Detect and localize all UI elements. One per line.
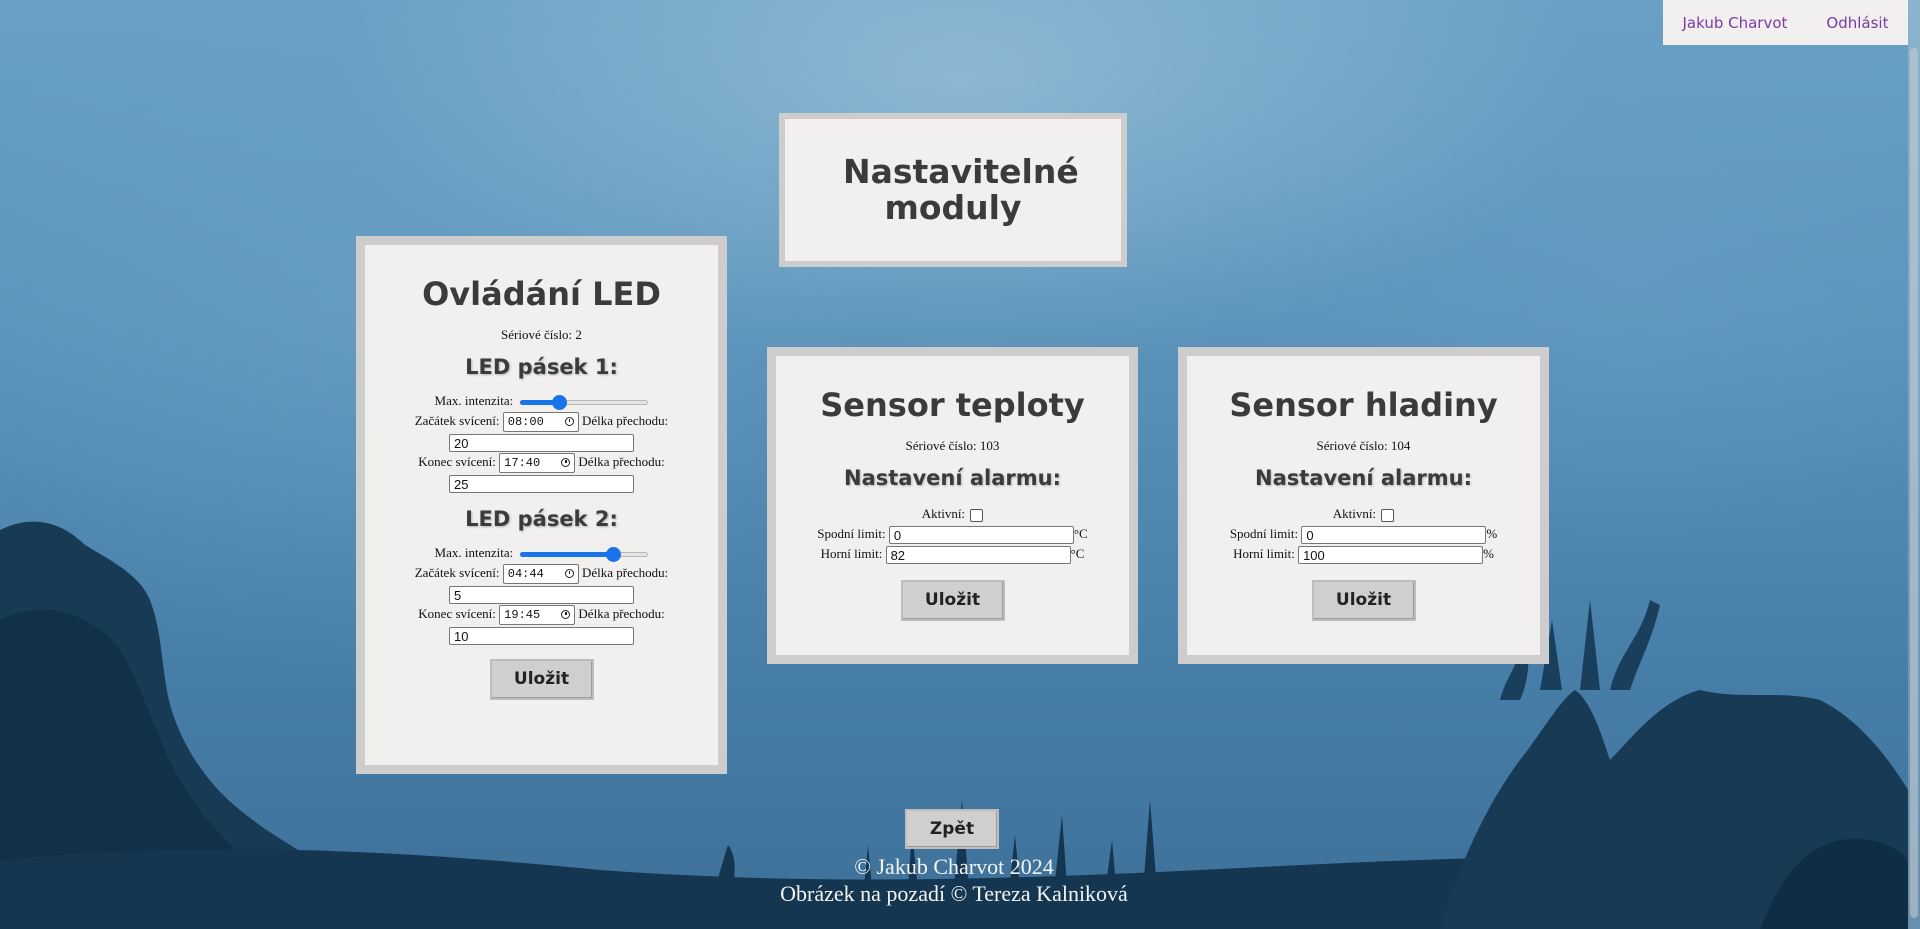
clock-icon[interactable] (564, 569, 574, 579)
strip1-start-transition-input[interactable] (449, 434, 634, 453)
strip2-end-transition-input[interactable] (449, 627, 634, 646)
strip1-start-row: Začátek svícení: 08:00 Délka přechodu: (365, 411, 718, 433)
level-high-unit: % (1483, 546, 1494, 562)
temp-high-label: Horní limit: (820, 546, 883, 562)
level-low-label: Spodní limit: (1229, 526, 1299, 541)
temp-high-unit: °C (1070, 546, 1085, 562)
level-high-row: Horní limit: % (1187, 544, 1540, 565)
level-active-label: Aktivní: (1332, 506, 1377, 521)
clock-icon[interactable] (561, 610, 571, 620)
temp-low-label: Spodní limit: (817, 526, 886, 541)
top-nav: Jakub Charvot Odhlásit (1663, 0, 1908, 45)
temp-active-checkbox[interactable] (970, 508, 984, 522)
level-low-unit: % (1486, 526, 1498, 541)
slider-thumb[interactable] (605, 547, 621, 563)
slider-fill (520, 552, 613, 558)
led-save-button[interactable]: Uložit (489, 659, 594, 701)
strip2-end-row: Konec svícení: 19:45 Délka přechodu: (365, 604, 718, 626)
strip2-start-transition-label: Délka přechodu: (582, 565, 669, 581)
temp-active-label: Aktivní: (921, 506, 966, 521)
strip1-start-time-value: 08:00 (507, 415, 544, 430)
strip2-start-row: Začátek svícení: 04:44 Délka přechodu: (365, 563, 718, 585)
led-strip2-title: LED pásek 2: (465, 507, 618, 532)
strip1-end-time-input[interactable]: 17:40 (499, 453, 576, 474)
logout-link[interactable]: Odhlásit (1826, 14, 1888, 32)
footer-copyright: © Jakub Charvot 2024 (854, 854, 1054, 879)
temp-low-input[interactable] (888, 526, 1074, 545)
strip1-end-transition-label: Délka přechodu: (578, 454, 665, 470)
temp-save-button[interactable]: Uložit (900, 580, 1005, 622)
clock-icon[interactable] (564, 417, 574, 427)
strip2-end-time-value: 19:45 (504, 608, 541, 623)
strip1-start-time-input[interactable]: 08:00 (502, 412, 579, 433)
strip1-end-time-value: 17:40 (504, 456, 541, 471)
level-serial-number: Sériové číslo: 104 (1316, 438, 1411, 453)
strip2-start-time-value: 04:44 (507, 567, 544, 582)
temp-high-input[interactable] (885, 546, 1071, 565)
slider-thumb[interactable] (551, 395, 567, 411)
page-title-panel: Nastavitelné moduly (779, 113, 1127, 267)
strip1-start-label: Začátek svícení: (414, 413, 500, 428)
temp-high-row: Horní limit: °C (776, 544, 1129, 565)
strip1-start-transition-row (365, 432, 718, 453)
strip1-intensity-slider[interactable] (520, 394, 649, 411)
strip1-end-transition-row (365, 473, 718, 494)
clock-icon[interactable] (561, 458, 571, 468)
strip2-intensity-row: Max. intenzita: (365, 543, 718, 563)
strip1-intensity-label: Max. intenzita: (434, 393, 514, 408)
level-save-button[interactable]: Uložit (1311, 580, 1416, 622)
footer-image-credit: Obrázek na pozadí © Tereza Kalniková (780, 881, 1128, 906)
strip2-start-label: Začátek svícení: (414, 565, 500, 581)
strip2-end-label: Konec svícení: (418, 606, 496, 622)
user-link[interactable]: Jakub Charvot (1683, 14, 1788, 32)
strip2-intensity-slider[interactable] (520, 546, 649, 563)
temp-serial-number: Sériové číslo: 103 (905, 438, 1000, 453)
led-control-panel: Ovládání LED Sériové číslo: 2 LED pásek … (356, 236, 727, 774)
level-alarm-title: Nastavení alarmu: (1255, 466, 1472, 490)
temp-alarm-title: Nastavení alarmu: (844, 466, 1061, 490)
strip1-end-transition-input[interactable] (449, 475, 634, 494)
scrollbar[interactable] (1908, 0, 1920, 929)
scrollbar-thumb[interactable] (1910, 48, 1918, 918)
temp-panel-title: Sensor teploty (820, 386, 1085, 424)
temperature-sensor-panel: Sensor teploty Sériové číslo: 103 Nastav… (767, 347, 1138, 664)
strip2-start-transition-input[interactable] (449, 586, 634, 605)
led-serial-number: Sériové číslo: 2 (501, 327, 582, 342)
temp-low-row: Spodní limit: °C (776, 524, 1129, 545)
level-active-row: Aktivní: (1187, 504, 1540, 524)
strip2-start-time-input[interactable]: 04:44 (502, 564, 579, 585)
page-title: Nastavitelné moduly (843, 152, 1079, 227)
led-strip1-title: LED pásek 1: (465, 355, 618, 379)
level-sensor-panel: Sensor hladiny Sériové číslo: 104 Nastav… (1178, 347, 1549, 664)
strip1-end-row: Konec svícení: 17:40 Délka přechodu: (365, 452, 718, 474)
strip1-intensity-row: Max. intenzita: (365, 391, 718, 411)
strip1-end-label: Konec svícení: (418, 454, 496, 470)
level-high-input[interactable] (1298, 546, 1484, 565)
temp-active-row: Aktivní: (776, 504, 1129, 524)
level-active-checkbox[interactable] (1381, 508, 1395, 522)
level-low-row: Spodní limit: % (1187, 524, 1540, 545)
level-low-input[interactable] (1301, 526, 1487, 545)
level-high-label: Horní limit: (1233, 546, 1295, 562)
strip2-end-transition-label: Délka přechodu: (578, 606, 665, 622)
strip2-end-time-input[interactable]: 19:45 (499, 605, 576, 626)
led-panel-title: Ovládání LED (422, 275, 661, 313)
back-button[interactable]: Zpět (905, 809, 999, 849)
strip1-start-transition-label: Délka přechodu: (582, 413, 669, 428)
strip2-end-transition-row (365, 625, 718, 646)
level-panel-title: Sensor hladiny (1229, 386, 1498, 424)
strip2-start-transition-row (365, 584, 718, 605)
temp-low-unit: °C (1073, 526, 1088, 541)
strip2-intensity-label: Max. intenzita: (434, 545, 514, 561)
